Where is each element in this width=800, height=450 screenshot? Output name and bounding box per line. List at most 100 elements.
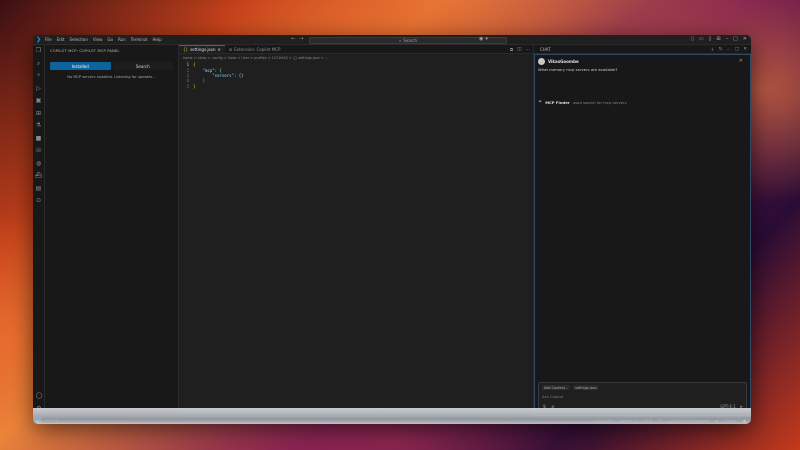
user-question: What memory mcp servers are available? — [538, 67, 618, 72]
nav-arrows: ← → — [291, 36, 303, 42]
history-icon[interactable]: ↻ — [719, 47, 723, 53]
avatar — [538, 58, 545, 65]
editor-tab-bar: {} settings.json ✕ ⊞ Extension: Copilot … — [179, 45, 533, 54]
menu-bar: File Edit Selection View Go Run Terminal… — [45, 37, 162, 42]
line-number: 5 — [186, 83, 189, 89]
tab-extension-copilot-mcp[interactable]: ⊞ Extension: Copilot MCP — [225, 45, 285, 53]
line-text: "mcp": { — [193, 67, 222, 73]
responder-name: MCP Finder — [545, 99, 570, 105]
connections-icon[interactable]: ☏ — [35, 148, 43, 154]
search-icon: ⌕ — [399, 37, 402, 43]
close-panel-icon[interactable]: ✕ — [743, 47, 747, 53]
breadcrumb[interactable]: home > vikas > .config > Code > User > p… — [179, 54, 533, 61]
menu-file[interactable]: File — [45, 37, 52, 42]
tab-settings-json[interactable]: {} settings.json ✕ — [179, 45, 225, 53]
assistant-response: ✦ MCP Finder used search for mcp servers — [538, 99, 627, 105]
panel-header: COPILOT MCP: COPILOT MCP PANEL — [50, 49, 120, 53]
github-icon[interactable]: ◍ — [35, 160, 43, 167]
chat-panel: CHAT ＋ ↻ … □ ✕ VikasGoombe What memory m… — [534, 45, 751, 416]
command-center-label: Search — [403, 37, 417, 43]
window-controls: ▯ ▭ ▯ ⊞ – □ ✕ — [691, 36, 747, 42]
line-number: 2 — [186, 67, 189, 73]
extensions-icon[interactable]: ⊞ — [35, 110, 43, 117]
run-debug-icon[interactable]: ▷ — [35, 85, 43, 92]
timeline-icon[interactable]: ⊙ — [35, 198, 43, 204]
menu-selection[interactable]: Selection — [69, 37, 87, 42]
user-name: VikasGoombe — [548, 59, 579, 64]
testing-icon[interactable]: ⚗ — [35, 123, 43, 129]
tab-installed[interactable]: Installed — [50, 62, 111, 70]
open-settings-icon[interactable]: ⧉ — [510, 47, 513, 53]
chat-title: CHAT — [540, 46, 551, 52]
toggle-primary-sidebar-icon[interactable]: ▯ — [691, 36, 694, 42]
add-context-button[interactable]: Add Context... — [542, 385, 571, 390]
panel-tabs: Installed Search — [50, 62, 173, 70]
menu-run[interactable]: Run — [118, 37, 126, 42]
menu-view[interactable]: View — [93, 37, 103, 42]
tab-search[interactable]: Search — [112, 62, 173, 70]
back-arrow-icon[interactable]: ← — [291, 36, 295, 42]
vscode-window: ❯ File Edit Selection View Go Run Termin… — [33, 35, 751, 423]
menu-edit[interactable]: Edit — [57, 37, 65, 42]
extension-icon: ⊞ — [228, 46, 233, 52]
source-control-icon[interactable]: ⑂ — [35, 73, 43, 79]
layout-icon[interactable]: ⊞ — [716, 36, 720, 42]
copilot-icon: ◉ — [479, 36, 484, 42]
command-center[interactable]: ⌕ Search — [309, 36, 507, 44]
vscode-logo-icon: ❯ — [36, 35, 42, 43]
tab-label: Extension: Copilot MCP — [234, 46, 281, 52]
close-tab-icon[interactable]: ✕ — [218, 47, 221, 52]
close-window-icon[interactable]: ✕ — [743, 36, 747, 42]
menu-help[interactable]: Help — [153, 37, 162, 42]
json-file-icon: {} — [183, 47, 189, 52]
line-number: 1 — [186, 62, 189, 68]
search-icon[interactable]: ⌕ — [35, 60, 43, 67]
editor-group: {} settings.json ✕ ⊞ Extension: Copilot … — [179, 45, 534, 416]
tab-label: settings.json — [190, 47, 216, 52]
chevron-down-icon: ▾ — [485, 36, 488, 42]
activity-bar: ❐ ⌕ ⑂ ▷ ▣ ⊞ ⚗ ■ ☏ ◍ ⛴ ▤ ⊙ ◯ ⚙ — [33, 45, 45, 416]
more-actions-icon[interactable]: … — [526, 47, 531, 53]
code-line: 5 } — [179, 84, 533, 89]
forward-arrow-icon[interactable]: → — [299, 36, 303, 42]
empty-state-message: No MCP servers installed. Listening for … — [67, 75, 156, 79]
code-editor[interactable]: 1 { 2 "mcp": { 3 "servers": {} 4 } 5} — [179, 61, 533, 89]
chat-actions: ＋ ↻ … □ ✕ — [710, 47, 747, 53]
more-actions-icon[interactable]: … — [726, 47, 731, 53]
maximize-panel-icon[interactable]: □ — [735, 47, 739, 53]
menu-terminal[interactable]: Terminal — [131, 37, 148, 42]
split-editor-icon[interactable]: ◫ — [517, 47, 521, 53]
user-message: VikasGoombe What memory mcp servers are … — [538, 58, 743, 72]
copilot-mcp-icon[interactable]: ■ — [35, 135, 43, 142]
line-number: 3 — [186, 72, 189, 78]
context-file-chip[interactable]: settings.json — [573, 385, 599, 390]
frosted-dock-area — [33, 408, 751, 424]
chat-placeholder: Ask Copilot — [542, 394, 564, 399]
remote-explorer-icon[interactable]: ▣ — [35, 98, 43, 104]
title-bar: ❯ File Edit Selection View Go Run Termin… — [33, 35, 751, 45]
file-icon[interactable]: ▤ — [35, 185, 43, 192]
editor-actions: ⧉ ◫ … — [510, 47, 530, 53]
line-text: } — [193, 83, 196, 89]
copilot-menu[interactable]: ◉ ▾ — [479, 36, 488, 42]
line-number: 4 — [186, 78, 189, 84]
maximize-icon[interactable]: □ — [733, 36, 738, 42]
toggle-secondary-sidebar-icon[interactable]: ▯ — [709, 36, 712, 42]
sparkle-icon: ✦ — [538, 99, 543, 105]
toggle-panel-icon[interactable]: ▭ — [699, 36, 704, 42]
docker-icon[interactable]: ⛴ — [35, 173, 43, 179]
new-chat-icon[interactable]: ＋ — [710, 47, 715, 53]
copilot-mcp-panel: COPILOT MCP: COPILOT MCP PANEL Installed… — [45, 45, 179, 416]
tool-used-text[interactable]: used search for mcp servers — [573, 100, 627, 105]
minimize-icon[interactable]: – — [726, 36, 729, 42]
account-icon[interactable]: ◯ — [35, 393, 43, 399]
chat-body: VikasGoombe What memory mcp servers are … — [534, 54, 751, 416]
explorer-icon[interactable]: ❐ — [35, 48, 43, 54]
line-text: "servers": {} — [193, 72, 244, 78]
menu-go[interactable]: Go — [107, 37, 113, 42]
context-chips: Add Context... settings.json — [542, 385, 743, 390]
delete-message-icon[interactable]: ✕ — [739, 58, 743, 64]
chat-header: CHAT ＋ ↻ … □ ✕ — [534, 45, 751, 54]
message-author: VikasGoombe — [538, 58, 743, 65]
line-text: { — [193, 62, 196, 68]
